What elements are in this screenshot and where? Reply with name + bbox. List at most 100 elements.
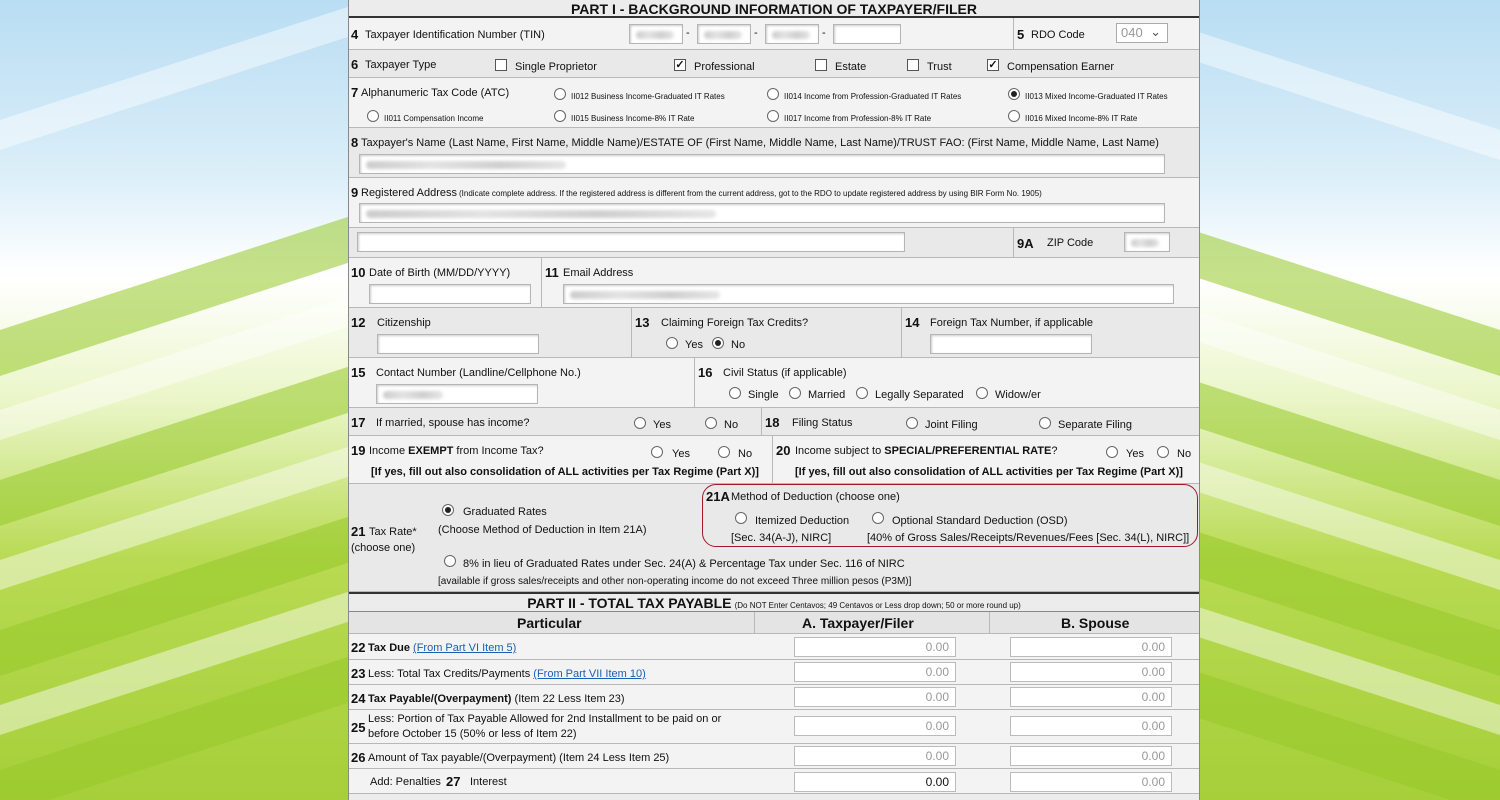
eight-percent-note: [available if gross sales/receipts and o… (438, 576, 912, 587)
radio-atc-ii015[interactable] (554, 110, 566, 122)
tin-field-1[interactable] (629, 24, 683, 44)
radio-atc-ii016[interactable] (1008, 110, 1020, 122)
checkbox-single-proprietor[interactable] (495, 59, 507, 71)
link-part-vi-item5[interactable]: (From Part VI Item 5) (413, 642, 516, 654)
tax-row-25: 25 Less: Portion of Tax Payable Allowed … (349, 710, 1199, 744)
label-single-proprietor: Single Proprietor (515, 61, 597, 73)
item9-label: Registered Address (361, 187, 457, 199)
radio-joint-filing[interactable] (906, 417, 918, 429)
tin-separator: - (686, 27, 690, 39)
radio-civil-widow[interactable] (976, 387, 988, 399)
left-background-decoration (0, 0, 348, 800)
radio-spouse-income-yes[interactable] (634, 417, 646, 429)
zip-code-field[interactable] (1124, 232, 1170, 252)
row-item9: 9 Registered Address (Indicate complete … (349, 178, 1199, 228)
item14-label: Foreign Tax Number, if applicable (930, 317, 1094, 329)
row27-taxpayer-amount[interactable]: 0.00 (794, 772, 956, 792)
tin-field-3[interactable] (765, 24, 819, 44)
row26-spouse-amount[interactable]: 0.00 (1010, 746, 1172, 766)
radio-civil-separated[interactable] (856, 387, 868, 399)
item10-label: Date of Birth (MM/DD/YYYY) (369, 267, 511, 279)
label-special-rate-no: No (1177, 448, 1192, 460)
row27-number: 27 (446, 774, 461, 789)
label-exempt-no: No (738, 448, 753, 460)
item16-label: Civil Status (if applicable) (723, 367, 847, 379)
tin-separator: - (822, 27, 826, 39)
radio-special-rate-yes[interactable] (1106, 446, 1118, 458)
radio-separate-filing[interactable] (1039, 417, 1051, 429)
row22-taxpayer-amount[interactable]: 0.00 (794, 637, 956, 657)
item15-label: Contact Number (Landline/Cellphone No.) (376, 367, 581, 379)
registered-address-field[interactable] (359, 203, 1165, 223)
item17-number: 17 (351, 415, 366, 430)
checkbox-trust[interactable] (907, 59, 919, 71)
radio-exempt-yes[interactable] (651, 446, 663, 458)
radio-civil-married[interactable] (789, 387, 801, 399)
label-foreign-credit-no: No (731, 339, 746, 351)
radio-atc-ii017[interactable] (767, 110, 779, 122)
contact-number-field[interactable] (376, 384, 538, 404)
label-compensation-earner: Compensation Earner (1007, 61, 1115, 73)
taxpayer-name-field[interactable] (359, 154, 1165, 174)
row26-taxpayer-amount[interactable]: 0.00 (794, 746, 956, 766)
label-exempt-yes: Yes (672, 448, 690, 460)
radio-atc-ii011[interactable] (367, 110, 379, 122)
radio-osd[interactable] (872, 512, 884, 524)
row-item4: 4 Taxpayer Identification Number (TIN) -… (349, 18, 1199, 50)
radio-special-rate-no[interactable] (1157, 446, 1169, 458)
radio-atc-ii012[interactable] (554, 88, 566, 100)
item20-number: 20 (776, 443, 791, 458)
divider (1013, 228, 1014, 257)
label-civil-separated: Legally Separated (875, 389, 964, 401)
row27-label: Interest (470, 776, 507, 788)
row27-spouse-amount[interactable]: 0.00 (1010, 772, 1172, 792)
checkbox-professional[interactable]: ✓ (674, 59, 686, 71)
citizenship-field[interactable] (377, 334, 539, 354)
radio-eight-percent[interactable] (444, 555, 456, 567)
registered-address-line2[interactable] (357, 232, 905, 252)
radio-graduated-rates[interactable] (442, 504, 454, 516)
divider (901, 308, 902, 357)
row25-spouse-amount[interactable]: 0.00 (1010, 716, 1172, 736)
part2-title-note: (Do NOT Enter Centavos; 49 Centavos or L… (734, 601, 1021, 610)
checkbox-estate[interactable] (815, 59, 827, 71)
row25-taxpayer-amount[interactable]: 0.00 (794, 716, 956, 736)
label-civil-widow: Widow/er (995, 389, 1041, 401)
label-foreign-credit-yes: Yes (685, 339, 703, 351)
row23-spouse-amount[interactable]: 0.00 (1010, 662, 1172, 682)
tin-field-2[interactable] (697, 24, 751, 44)
radio-foreign-credit-yes[interactable] (666, 337, 678, 349)
tax-row-26: 26 Amount of Tax payable/(Overpayment) (… (349, 744, 1199, 769)
item9a-number: 9A (1017, 236, 1034, 251)
foreign-tax-number-field[interactable] (930, 334, 1092, 354)
item20-note: [If yes, fill out also consolidation of … (795, 466, 1183, 478)
radio-atc-ii013[interactable] (1008, 88, 1020, 100)
label-civil-single: Single (748, 389, 779, 401)
row22-label: Tax Due (From Part VI Item 5) (368, 642, 517, 654)
rdo-code-select[interactable]: 040 ⌄ (1116, 23, 1168, 43)
divider (989, 612, 990, 633)
label-itemized-deduction: Itemized Deduction (755, 515, 850, 527)
link-part-vii-item10[interactable]: (From Part VII Item 10) (533, 668, 645, 680)
column-spouse: B. Spouse (1061, 615, 1130, 631)
tax-form: PART I - BACKGROUND INFORMATION OF TAXPA… (348, 0, 1200, 800)
row24-taxpayer-amount[interactable]: 0.00 (794, 687, 956, 707)
divider (1013, 18, 1014, 49)
date-of-birth-field[interactable] (369, 284, 531, 304)
row23-taxpayer-amount[interactable]: 0.00 (794, 662, 956, 682)
part2-title: PART II - TOTAL TAX PAYABLE (527, 595, 732, 611)
radio-atc-ii014[interactable] (767, 88, 779, 100)
tax-row-24: 24 Tax Payable/(Overpayment) (Item 22 Le… (349, 685, 1199, 710)
radio-spouse-income-no[interactable] (705, 417, 717, 429)
label-atc-ii012: II012 Business Income-Graduated IT Rates (571, 92, 725, 101)
radio-exempt-no[interactable] (718, 446, 730, 458)
radio-foreign-credit-no[interactable] (712, 337, 724, 349)
checkbox-compensation-earner[interactable]: ✓ (987, 59, 999, 71)
email-address-field[interactable] (563, 284, 1174, 304)
row-item6: 6 Taxpayer Type Single Proprietor ✓ Prof… (349, 50, 1199, 78)
radio-civil-single[interactable] (729, 387, 741, 399)
row24-spouse-amount[interactable]: 0.00 (1010, 687, 1172, 707)
row22-spouse-amount[interactable]: 0.00 (1010, 637, 1172, 657)
tin-field-4[interactable] (833, 24, 901, 44)
radio-itemized-deduction[interactable] (735, 512, 747, 524)
